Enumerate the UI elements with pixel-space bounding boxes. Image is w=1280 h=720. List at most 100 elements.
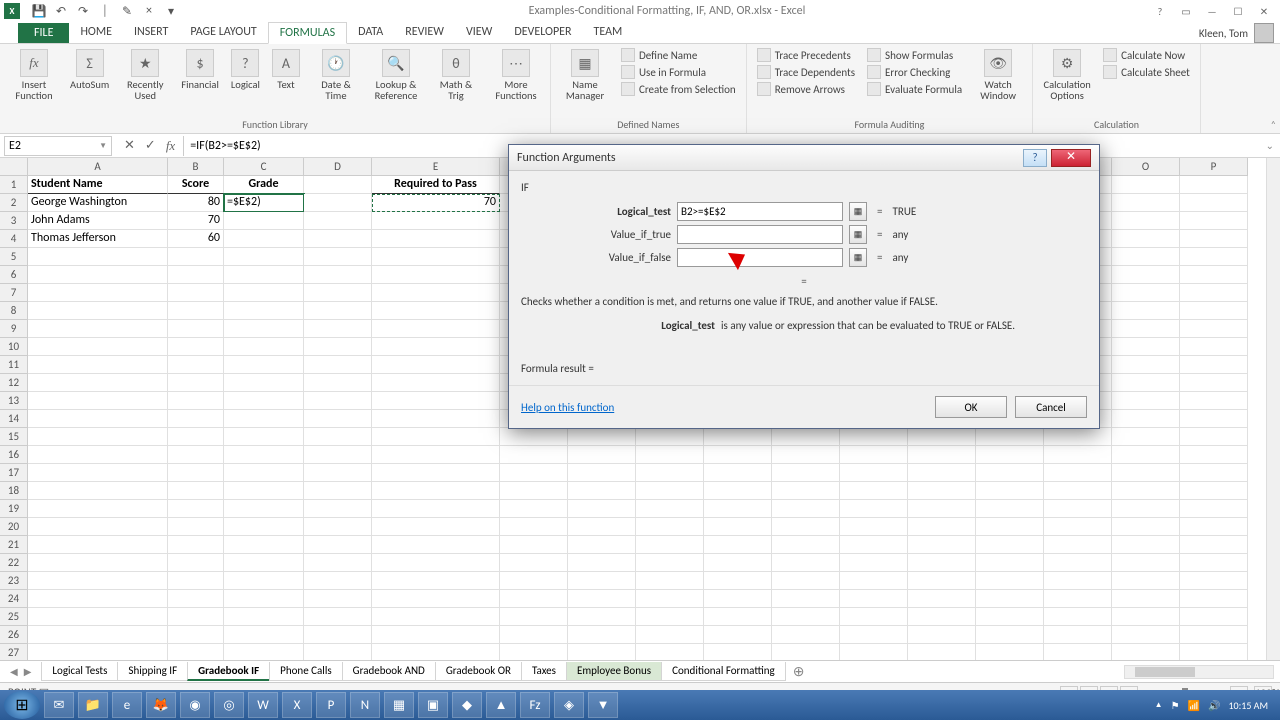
taskbar-explorer-icon[interactable]: 📁 [78,692,108,718]
cell[interactable] [224,248,304,266]
collapse-ribbon-icon[interactable]: ˄ [1271,118,1276,131]
column-header[interactable]: O [1112,158,1180,176]
cell[interactable] [224,266,304,284]
taskbar-app3-icon[interactable]: ▣ [418,692,448,718]
cell[interactable] [168,410,224,428]
cell[interactable] [1180,266,1248,284]
cell[interactable] [28,302,168,320]
cell[interactable] [840,644,908,660]
cell[interactable] [28,554,168,572]
cell[interactable] [1180,212,1248,230]
cell[interactable] [304,482,372,500]
cell[interactable] [168,266,224,284]
taskbar-word-icon[interactable]: W [248,692,278,718]
ribbon-tab-review[interactable]: REVIEW [394,22,455,43]
cell[interactable] [304,338,372,356]
cell[interactable] [704,446,772,464]
row-header[interactable]: 7 [0,284,28,302]
cell[interactable] [224,212,304,230]
cancel-button[interactable]: Cancel [1015,396,1087,418]
start-button[interactable]: ⊞ [4,691,40,719]
cell[interactable] [840,626,908,644]
cell[interactable] [304,464,372,482]
cell[interactable] [636,500,704,518]
cell[interactable] [304,212,372,230]
cell[interactable] [304,410,372,428]
financial-button[interactable]: $Financial [177,47,223,92]
cell[interactable] [304,374,372,392]
ribbon-tab-developer[interactable]: DEVELOPER [503,22,582,43]
cell[interactable] [1112,464,1180,482]
cell[interactable] [168,248,224,266]
cell[interactable] [840,428,908,446]
dialog-titlebar[interactable]: Function Arguments ? ✕ [509,145,1099,171]
ribbon-tab-home[interactable]: HOME [69,22,123,43]
cell[interactable] [28,608,168,626]
row-header[interactable]: 12 [0,374,28,392]
cell[interactable] [304,608,372,626]
row-header[interactable]: 23 [0,572,28,590]
cell[interactable] [704,482,772,500]
row-header[interactable]: 6 [0,266,28,284]
cell[interactable] [168,572,224,590]
evaluate-formula-button[interactable]: Evaluate Formula [863,81,966,97]
cell[interactable] [976,626,1044,644]
cell[interactable] [372,626,500,644]
cell[interactable] [636,626,704,644]
select-all-button[interactable] [0,158,28,176]
watch-window-button[interactable]: 👁Watch Window [970,47,1026,103]
cell[interactable] [1180,194,1248,212]
row-header[interactable]: 8 [0,302,28,320]
cell[interactable]: Student Name [28,176,168,194]
cell[interactable] [568,590,636,608]
cell[interactable] [908,482,976,500]
cell[interactable] [224,554,304,572]
column-header[interactable]: A [28,158,168,176]
row-header[interactable]: 26 [0,626,28,644]
cell[interactable] [500,590,568,608]
cell[interactable] [908,590,976,608]
cell[interactable] [28,464,168,482]
cell[interactable] [772,446,840,464]
define-name-button[interactable]: Define Name [617,47,740,63]
cell[interactable] [1112,284,1180,302]
cell[interactable] [1044,464,1112,482]
tray-volume-icon[interactable]: 🔊 [1208,699,1220,712]
cell[interactable] [168,284,224,302]
cell[interactable] [636,536,704,554]
sheet-tab[interactable]: Gradebook IF [187,662,270,681]
cell[interactable] [568,626,636,644]
cell[interactable] [168,338,224,356]
cell[interactable] [704,644,772,660]
cell[interactable] [1180,446,1248,464]
sheet-tab[interactable]: Gradebook OR [435,662,522,681]
cell[interactable] [1044,590,1112,608]
cell[interactable] [1180,608,1248,626]
help-link[interactable]: Help on this function [521,401,614,414]
cell[interactable] [568,428,636,446]
cell[interactable] [840,482,908,500]
trace-precedents-button[interactable]: Trace Precedents [753,47,859,63]
cell[interactable] [1112,410,1180,428]
cell[interactable] [224,428,304,446]
datetime-button[interactable]: 🕐Date & Time [308,47,364,103]
cell[interactable] [1112,374,1180,392]
cell[interactable] [1180,320,1248,338]
cell[interactable] [500,536,568,554]
cell[interactable] [372,446,500,464]
cell[interactable] [1180,500,1248,518]
row-header[interactable]: 21 [0,536,28,554]
cell[interactable] [224,500,304,518]
taskbar-onenote-icon[interactable]: N [350,692,380,718]
cell[interactable] [976,518,1044,536]
close-icon[interactable]: ✕ [1252,3,1276,19]
cell[interactable] [500,464,568,482]
cell[interactable] [1180,248,1248,266]
cell[interactable] [168,464,224,482]
save-icon[interactable]: 💾 [32,4,46,18]
cell[interactable] [168,500,224,518]
range-selector-icon[interactable]: ▦ [849,202,867,221]
cell[interactable] [1112,212,1180,230]
cell[interactable] [1044,482,1112,500]
cell[interactable] [636,428,704,446]
